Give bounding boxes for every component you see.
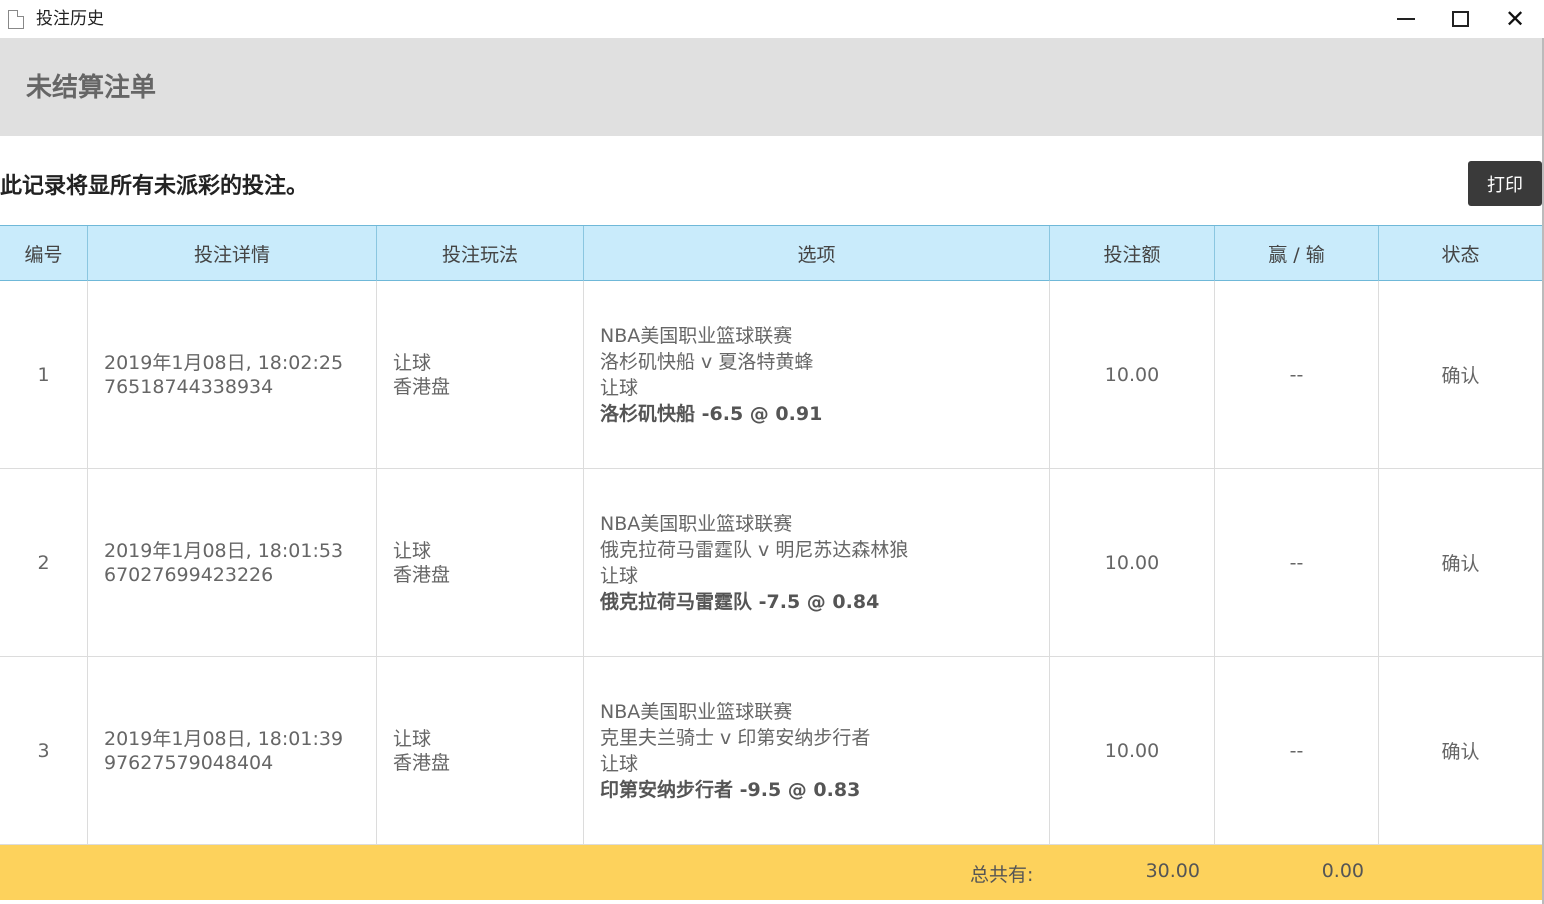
bet-datetime: 2019年1月08日, 18:01:53 — [104, 539, 344, 562]
bet-type-name: 让球 — [393, 351, 432, 374]
total-win-loss: 0.00 — [1321, 860, 1364, 882]
bet-id: 76518744338934 — [104, 375, 274, 398]
bet-selection: NBA美国职业篮球联赛 洛杉矶快船 v 夏洛特黄蜂 让球 洛杉矶快船 -6.5 … — [584, 281, 1050, 468]
pick: 印第安纳步行者 -9.5 @ 0.83 — [600, 777, 1049, 803]
bet-details: 2019年1月08日, 18:01:53 67027699423226 — [88, 469, 377, 656]
pick-team: 俄克拉荷马雷霆队 — [600, 590, 753, 613]
total-label: 总共有: — [970, 864, 1034, 886]
win-loss: -- — [1215, 469, 1379, 656]
section-title: 未结算注单 — [26, 73, 157, 103]
row-number: 3 — [0, 657, 88, 844]
pick-line: -9.5 @ 0.83 — [739, 778, 861, 801]
section-header: 未结算注单 — [0, 38, 1542, 136]
table-row: 1 2019年1月08日, 18:02:25 76518744338934 让球… — [0, 281, 1542, 469]
market: 让球 — [600, 376, 639, 399]
window-title: 投注历史 — [36, 9, 104, 29]
status: 确认 — [1441, 741, 1480, 763]
header-status: 状态 — [1441, 244, 1480, 266]
match: 克里夫兰骑士 v 印第安纳步行者 — [600, 726, 871, 749]
close-icon: ✕ — [1504, 5, 1526, 33]
header-number: 编号 — [0, 226, 88, 281]
print-button[interactable]: 打印 — [1468, 161, 1542, 206]
stake: 10.00 — [1050, 469, 1215, 656]
bet-id: 67027699423226 — [104, 563, 274, 586]
records-note: 此记录将显所有未派彩的投注。 — [0, 174, 309, 199]
match: 俄克拉荷马雷霆队 v 明尼苏达森林狼 — [600, 538, 909, 561]
total-stake: 30.00 — [1145, 860, 1200, 882]
bet-datetime: 2019年1月08日, 18:02:25 — [104, 351, 344, 374]
odds-type: 香港盘 — [393, 751, 451, 774]
bet-type-name: 让球 — [393, 727, 432, 750]
stake: 10.00 — [1050, 657, 1215, 844]
table-header: 编号 投注详情 投注玩法 选项 投注额 赢 / 输 状态 — [0, 225, 1542, 281]
odds-type: 香港盘 — [393, 375, 451, 398]
title-bar: 投注历史 ✕ — [0, 0, 1544, 38]
maximize-icon — [1451, 11, 1469, 27]
bet-type: 让球 香港盘 — [377, 469, 584, 656]
document-icon — [8, 10, 24, 29]
header-win-loss: 赢 / 输 — [1215, 226, 1379, 281]
bet-type: 让球 香港盘 — [377, 657, 584, 844]
odds-type: 香港盘 — [393, 563, 451, 586]
totals-bar: 总共有: 30.00 0.00 — [0, 845, 1542, 900]
minimize-icon — [1397, 18, 1415, 20]
status: 确认 — [1441, 365, 1480, 387]
league: NBA美国职业篮球联赛 — [600, 324, 793, 347]
league: NBA美国职业篮球联赛 — [600, 512, 793, 535]
win-loss: -- — [1215, 657, 1379, 844]
status: 确认 — [1441, 553, 1480, 575]
row-number: 2 — [0, 469, 88, 656]
pick-line: -7.5 @ 0.84 — [758, 590, 880, 613]
pick: 俄克拉荷马雷霆队 -7.5 @ 0.84 — [600, 589, 1049, 615]
league: NBA美国职业篮球联赛 — [600, 700, 793, 723]
header-stake: 投注额 — [1050, 226, 1215, 281]
bet-datetime: 2019年1月08日, 18:01:39 — [104, 727, 344, 750]
header-selection: 选项 — [584, 226, 1050, 281]
header-bet-details: 投注详情 — [88, 226, 377, 281]
close-button[interactable]: ✕ — [1488, 0, 1542, 38]
bet-details: 2019年1月08日, 18:02:25 76518744338934 — [88, 281, 377, 468]
bet-type: 让球 香港盘 — [377, 281, 584, 468]
bet-selection: NBA美国职业篮球联赛 克里夫兰骑士 v 印第安纳步行者 让球 印第安纳步行者 … — [584, 657, 1050, 844]
table-row: 2 2019年1月08日, 18:01:53 67027699423226 让球… — [0, 469, 1542, 657]
pick: 洛杉矶快船 -6.5 @ 0.91 — [600, 401, 1049, 427]
table-row: 3 2019年1月08日, 18:01:39 97627579048404 让球… — [0, 657, 1542, 845]
maximize-button[interactable] — [1433, 0, 1487, 38]
minimize-button[interactable] — [1379, 0, 1433, 38]
pick-line: -6.5 @ 0.91 — [701, 402, 823, 425]
pick-team: 洛杉矶快船 — [600, 402, 696, 425]
match: 洛杉矶快船 v 夏洛特黄蜂 — [600, 350, 814, 373]
bet-details: 2019年1月08日, 18:01:39 97627579048404 — [88, 657, 377, 844]
bet-selection: NBA美国职业篮球联赛 俄克拉荷马雷霆队 v 明尼苏达森林狼 让球 俄克拉荷马雷… — [584, 469, 1050, 656]
market: 让球 — [600, 752, 639, 775]
win-loss: -- — [1215, 281, 1379, 468]
row-number: 1 — [0, 281, 88, 468]
pick-team: 印第安纳步行者 — [600, 778, 734, 801]
header-bet-type: 投注玩法 — [377, 226, 584, 281]
bet-id: 97627579048404 — [104, 751, 274, 774]
stake: 10.00 — [1050, 281, 1215, 468]
market: 让球 — [600, 564, 639, 587]
bet-type-name: 让球 — [393, 539, 432, 562]
